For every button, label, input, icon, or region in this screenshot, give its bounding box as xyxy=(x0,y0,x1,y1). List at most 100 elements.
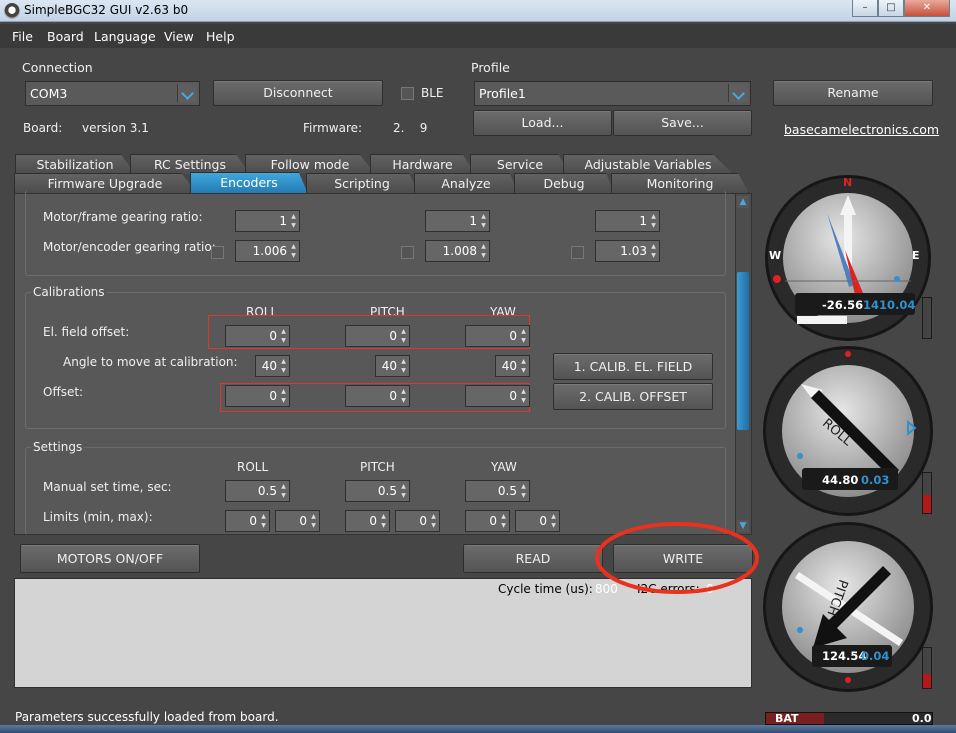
angle-roll[interactable]: 40 xyxy=(255,355,290,377)
pitch-marker-blue xyxy=(797,627,803,633)
compass-level-gauge xyxy=(922,297,932,339)
offset-roll[interactable]: 0 xyxy=(225,385,290,407)
el-field-yaw[interactable]: 0 xyxy=(465,325,530,347)
offset-yaw[interactable]: 0 xyxy=(465,385,530,407)
compass-bar xyxy=(797,316,847,324)
compass-value2: 1410.04 xyxy=(863,298,916,312)
motor-encoder-roll[interactable]: 1.006 xyxy=(235,240,300,262)
settings-col-roll: ROLL xyxy=(237,460,269,474)
motor-frame-yaw[interactable]: 1 xyxy=(595,210,660,232)
tab-adjustable-variables[interactable]: Adjustable Variables xyxy=(563,154,733,174)
angle-label: Angle to move at calibration: xyxy=(63,355,238,369)
save-button[interactable]: Save... xyxy=(613,110,752,136)
compass-n: N xyxy=(843,176,853,189)
pitch-level-gauge xyxy=(922,647,932,689)
motor-frame-label: Motor/frame gearing ratio: xyxy=(43,210,203,224)
invert-pitch-checkbox[interactable] xyxy=(401,246,414,259)
invert-roll-checkbox[interactable] xyxy=(211,246,224,259)
tab-stabilization[interactable]: Stabilization xyxy=(15,154,135,174)
tab-hardware[interactable]: Hardware xyxy=(370,154,475,174)
status-bar: Parameters successfully loaded from boar… xyxy=(15,710,279,724)
limit-roll-max[interactable]: 0 xyxy=(275,510,320,532)
invert-yaw-checkbox[interactable] xyxy=(571,246,584,259)
port-select[interactable]: COM3 xyxy=(25,81,200,106)
calib-el-field-button[interactable]: 1. CALIB. EL. FIELD xyxy=(553,353,713,380)
website-link[interactable]: basecamelectronics.com xyxy=(784,122,939,137)
roll-arrow-shaft xyxy=(811,390,899,478)
menu-help[interactable]: Help xyxy=(206,29,235,44)
manual-time-yaw[interactable]: 0.5 xyxy=(465,480,530,502)
battery-value: 0.0 xyxy=(912,712,932,725)
motor-frame-roll[interactable]: 1 xyxy=(235,210,300,232)
roll-value: 44.80 xyxy=(822,473,859,487)
disconnect-button[interactable]: Disconnect xyxy=(213,80,383,106)
compass-w: W xyxy=(769,249,782,262)
angle-pitch[interactable]: 40 xyxy=(375,355,410,377)
el-field-roll[interactable]: 0 xyxy=(225,325,290,347)
limit-yaw-min[interactable]: 0 xyxy=(465,510,510,532)
limit-yaw-max[interactable]: 0 xyxy=(515,510,560,532)
scroll-thumb[interactable] xyxy=(737,272,749,430)
pitch-marker-red xyxy=(845,677,851,683)
roll-level-fill xyxy=(923,495,931,513)
limits-label: Limits (min, max): xyxy=(43,510,153,524)
rename-button[interactable]: Rename xyxy=(773,80,933,106)
firmware-label: Firmware: xyxy=(303,121,363,135)
menu-file[interactable]: File xyxy=(12,29,33,44)
compass-heading: -26.56 xyxy=(822,298,864,312)
port-value: COM3 xyxy=(30,86,68,101)
settings-col-pitch: PITCH xyxy=(360,460,395,474)
compass-needle-icon xyxy=(773,195,911,295)
firmware-value: 2. 9 xyxy=(393,121,428,135)
board-label: Board: xyxy=(23,121,63,135)
close-button[interactable]: ✕ xyxy=(904,0,950,17)
el-field-pitch[interactable]: 0 xyxy=(345,325,410,347)
scroll-up-icon[interactable]: ▲ xyxy=(737,196,749,208)
profile-label: Profile xyxy=(471,60,510,75)
motor-encoder-pitch[interactable]: 1.008 xyxy=(425,240,490,262)
motor-frame-pitch[interactable]: 1 xyxy=(425,210,490,232)
annotation-ellipse xyxy=(595,522,759,594)
compass-up-arrow xyxy=(840,195,856,215)
compass-e: E xyxy=(912,249,920,262)
cycle-time-label: Cycle time (us): xyxy=(498,582,593,596)
ble-checkbox[interactable] xyxy=(401,87,414,100)
connection-label: Connection xyxy=(22,60,93,75)
calibrations-title: Calibrations xyxy=(31,285,107,299)
limit-pitch-min[interactable]: 0 xyxy=(345,510,390,532)
manual-time-roll[interactable]: 0.5 xyxy=(225,480,290,502)
offset-pitch[interactable]: 0 xyxy=(345,385,410,407)
annotation-ellipse-shape xyxy=(595,522,759,594)
el-field-label: El. field offset: xyxy=(43,325,130,339)
pitch-value: 124.54 xyxy=(822,649,867,663)
calib-offset-button[interactable]: 2. CALIB. OFFSET xyxy=(553,383,713,410)
taskbar xyxy=(0,725,956,733)
maximize-button[interactable]: □ xyxy=(878,0,904,17)
compass-marker-red xyxy=(773,275,781,283)
menu-view[interactable]: View xyxy=(164,29,194,44)
pitch-value2: 0.04 xyxy=(861,649,890,663)
read-button[interactable]: READ xyxy=(463,544,603,573)
menu-board[interactable]: Board xyxy=(47,29,84,44)
compass-marker-blue xyxy=(894,276,900,282)
battery-label: BAT xyxy=(775,712,799,725)
manual-time-pitch[interactable]: 0.5 xyxy=(345,480,410,502)
settings-title: Settings xyxy=(31,440,85,454)
load-button[interactable]: Load... xyxy=(473,110,612,136)
limit-roll-min[interactable]: 0 xyxy=(225,510,270,532)
motors-on-off-button[interactable]: MOTORS ON/OFF xyxy=(20,544,200,573)
minimize-button[interactable]: – xyxy=(852,0,878,17)
roll-arrow-icon xyxy=(797,351,917,478)
angle-yaw[interactable]: 40 xyxy=(495,355,530,377)
tab-rc-settings[interactable]: RC Settings xyxy=(130,154,250,174)
chevron-down-icon xyxy=(177,84,197,102)
motor-encoder-yaw[interactable]: 1.03 xyxy=(595,240,660,262)
roll-chevron xyxy=(907,419,917,437)
tab-service[interactable]: Service xyxy=(470,154,570,174)
profile-select[interactable]: Profile1 xyxy=(474,81,751,106)
tab-follow-mode[interactable]: Follow mode xyxy=(245,154,375,174)
offset-label: Offset: xyxy=(43,385,84,399)
menu-language[interactable]: Language xyxy=(94,29,156,44)
limit-pitch-max[interactable]: 0 xyxy=(395,510,440,532)
board-version: version 3.1 xyxy=(82,121,149,135)
